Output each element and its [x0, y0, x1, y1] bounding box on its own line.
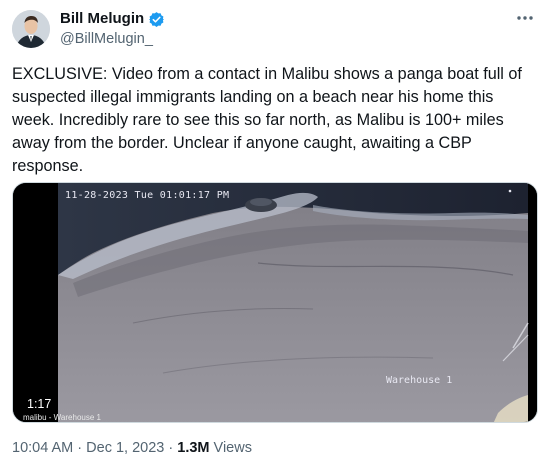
- video-timestamp-overlay: 11-28-2023 Tue 01:01:17 PM: [65, 190, 230, 201]
- video-camera-label-overlay: Warehouse 1: [386, 375, 453, 386]
- tweet-time[interactable]: 10:04 AM: [12, 440, 73, 456]
- author-name-text[interactable]: Bill Melugin: [60, 10, 144, 28]
- meta-separator: ·: [73, 440, 87, 456]
- author-handle[interactable]: @BillMelugin_: [60, 30, 153, 48]
- tweet-date[interactable]: Dec 1, 2023: [86, 440, 164, 456]
- video-frame-image: [13, 183, 537, 422]
- author-avatar[interactable]: [12, 10, 50, 48]
- views-count: 1.3M: [177, 440, 210, 456]
- more-options-icon: [517, 16, 533, 20]
- author-name[interactable]: Bill Melugin: [60, 10, 165, 28]
- ellipsis-icon[interactable]: [514, 8, 536, 28]
- portrait-avatar-image: [12, 10, 50, 48]
- video-caption: malibu - Warehouse 1: [23, 413, 101, 422]
- views-label: Views: [209, 440, 252, 456]
- verified-badge-icon: [149, 11, 165, 27]
- video-player[interactable]: 11-28-2023 Tue 01:01:17 PM Warehouse 1 1…: [12, 182, 538, 423]
- tweet-metadata: 10:04 AM · Dec 1, 2023 · 1.3M Views: [12, 439, 252, 457]
- video-duration-badge: 1:17: [23, 395, 56, 413]
- meta-separator: ·: [164, 440, 178, 456]
- tweet-card: Bill Melugin @BillMelugin_ EXCLUSIVE: Vi…: [0, 0, 550, 460]
- tweet-text: EXCLUSIVE: Video from a contact in Malib…: [12, 65, 522, 175]
